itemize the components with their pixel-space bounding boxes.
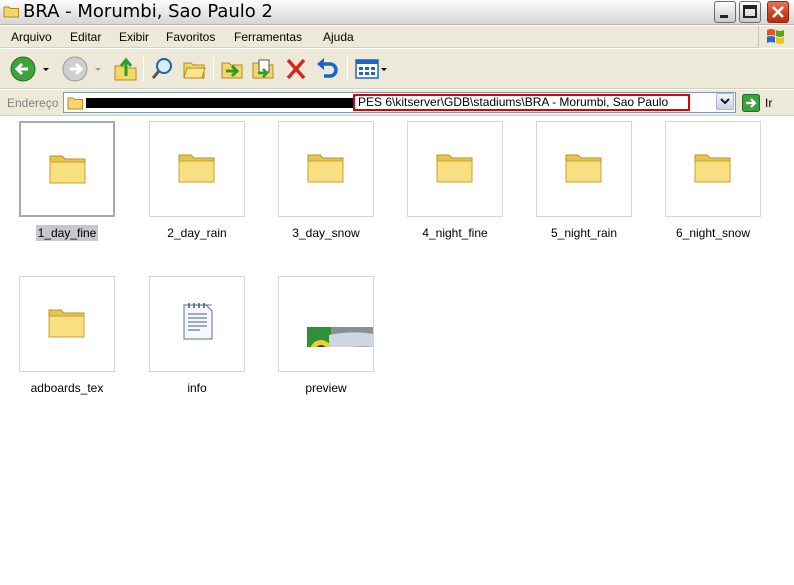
folders-icon [183,62,206,79]
menu-ferramentas[interactable]: Ferramentas [234,30,302,44]
file-list: 1_day_fine 2_day_rain 3_day_snow 4_night… [0,117,794,585]
folder-icon [3,6,19,18]
folder-icon [307,154,344,183]
title-bar[interactable]: BRA - Morumbi, Sao Paulo 2 [0,0,794,25]
text-file-icon [183,303,213,340]
thumbnail [149,121,245,217]
views-button[interactable] [353,54,391,84]
thumbnail [19,121,115,217]
address-label: Endereço [7,96,59,110]
folder-icon [49,155,86,184]
menu-exibir[interactable]: Exibir [119,30,149,44]
address-dropdown-button[interactable] [716,93,734,110]
folder-icon [694,154,731,183]
folder-icon [178,154,215,183]
close-icon [772,6,784,18]
thumbnail [278,121,374,217]
address-highlight: PES 6\kitserver\GDB\stadiums\BRA - Morum… [353,94,690,111]
address-field[interactable]: PES 6\kitserver\GDB\stadiums\BRA - Morum… [63,92,736,113]
go-arrow-icon [742,94,760,112]
maximize-icon [743,5,757,18]
search-icon [151,58,172,79]
go-label[interactable]: Ir [765,96,772,110]
item-label: preview [305,381,347,395]
thumbnail [407,121,503,217]
back-icon [10,56,49,82]
up-folder-icon [114,57,137,81]
preview-image [280,299,373,347]
move-to-icon [221,62,243,79]
item-label: 5_night_rain [550,226,618,240]
folder-icon [48,309,85,338]
windows-logo-icon [758,26,794,48]
menu-editar[interactable]: Editar [70,30,101,44]
delete-icon [286,58,306,80]
menu-bar: Arquivo Editar Exibir Favoritos Ferramen… [0,26,794,48]
folder-icon [436,154,473,183]
move-to-button[interactable] [219,54,247,84]
close-button[interactable] [767,1,789,23]
address-path: PES 6\kitserver\GDB\stadiums\BRA - Morum… [358,95,669,109]
thumbnail [19,276,115,372]
delete-button[interactable] [283,54,311,84]
item-label: 3_day_snow [292,226,360,240]
forward-icon [62,56,101,82]
thumbnail [536,121,632,217]
folder-icon [67,97,83,110]
item-label: 1_day_fine [35,225,99,241]
item-label: adboards_tex [30,381,104,395]
folder-icon [565,154,602,183]
menu-ajuda[interactable]: Ajuda [323,30,354,44]
window-title: BRA - Morumbi, Sao Paulo 2 [23,1,273,22]
item-label: 4_night_fine [422,226,488,240]
maximize-button[interactable] [739,1,761,23]
folders-button[interactable] [181,54,209,84]
undo-icon [317,58,338,78]
copy-to-button[interactable] [250,54,278,84]
toolbar [0,49,794,89]
chevron-down-icon [720,98,730,105]
address-bar: Endereço PES 6\kitserver\GDB\stadiums\BR… [0,90,794,116]
menu-arquivo[interactable]: Arquivo [11,30,52,44]
back-button[interactable] [8,54,54,84]
menu-favoritos[interactable]: Favoritos [166,30,215,44]
item-label: 2_day_rain [167,226,227,240]
minimize-icon [720,15,728,18]
search-button[interactable] [149,54,177,84]
views-icon [355,59,387,79]
forward-button[interactable] [60,54,106,84]
item-label: 6_night_snow [675,226,751,240]
undo-button[interactable] [314,54,342,84]
copy-to-icon [252,59,274,79]
thumbnail [665,121,761,217]
item-label: info [187,381,207,395]
minimize-button[interactable] [714,1,736,23]
thumbnail [278,276,374,372]
thumbnail [149,276,245,372]
up-folder-button[interactable] [112,54,140,84]
go-button[interactable] [742,94,760,112]
